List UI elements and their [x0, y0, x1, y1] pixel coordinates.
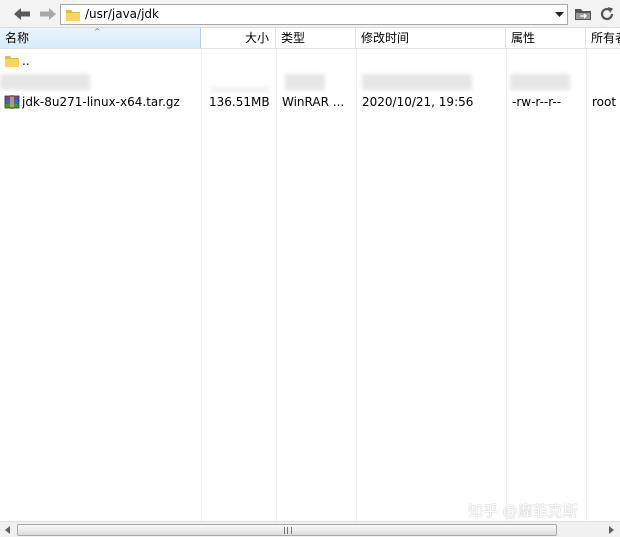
column-header-owner-label: 所有者: [591, 31, 620, 45]
winrar-archive-icon: [4, 95, 20, 109]
toolbar: /usr/java/jdk: [0, 0, 620, 28]
scrollbar-thumb[interactable]: [17, 524, 557, 536]
grip-icon: [284, 527, 292, 534]
file-name: jdk-8u271-linux-x64.tar.gz: [22, 95, 180, 109]
file-row-archive[interactable]: jdk-8u271-linux-x64.tar.gz 136.51MB WinR…: [0, 92, 620, 112]
redacted-block: [362, 74, 472, 90]
refresh-icon[interactable]: [598, 5, 616, 23]
folder-go-icon[interactable]: [574, 5, 592, 23]
sort-arrow-icon: ^: [94, 28, 101, 36]
path-input[interactable]: /usr/java/jdk: [60, 4, 568, 25]
column-header-name[interactable]: 名称 ^: [0, 28, 201, 48]
redacted-block: [0, 74, 90, 90]
column-header-attributes-label: 属性: [511, 31, 536, 45]
scroll-left-icon[interactable]: [3, 525, 13, 535]
file-list: .. jdk-8u271-linux-x64.tar.gz 136.51MB W…: [0, 49, 620, 521]
file-type: WinRAR ...: [282, 95, 345, 109]
column-header-size[interactable]: 大小: [201, 28, 276, 48]
column-header-attributes[interactable]: 属性: [506, 28, 586, 48]
file-size: 136.51MB: [209, 95, 270, 109]
arrow-left-icon: [14, 8, 30, 20]
redacted-block: [210, 88, 270, 91]
redacted-block: [510, 74, 570, 90]
file-row-parent[interactable]: ..: [0, 51, 620, 71]
file-modified: 2020/10/21, 19:56: [362, 95, 474, 109]
folder-icon: [5, 56, 19, 67]
column-header-modified-label: 修改时间: [361, 31, 410, 45]
column-header-type-label: 类型: [281, 31, 306, 45]
scroll-right-icon[interactable]: [606, 525, 616, 535]
back-button[interactable]: [12, 5, 32, 23]
column-header-owner[interactable]: 所有者: [586, 28, 620, 48]
column-header-type[interactable]: 类型: [276, 28, 356, 48]
folder-icon: [66, 10, 80, 21]
watermark: 知乎 @靡菲克斯: [468, 502, 578, 520]
column-header-modified[interactable]: 修改时间: [356, 28, 506, 48]
arrow-right-icon: [40, 8, 56, 20]
file-attributes: -rw-r--r--: [512, 95, 562, 109]
column-header-size-label: 大小: [244, 31, 269, 45]
chevron-down-icon[interactable]: [555, 10, 564, 19]
redacted-row: [0, 71, 620, 91]
column-header-name-label: 名称: [5, 31, 30, 45]
redacted-block: [285, 74, 325, 90]
file-name: ..: [22, 54, 30, 68]
forward-button[interactable]: [38, 5, 58, 23]
column-header: 名称 ^ 大小 类型 修改时间 属性 所有者: [0, 28, 620, 49]
horizontal-scrollbar[interactable]: [0, 521, 620, 537]
file-owner: root: [592, 95, 617, 109]
path-text: /usr/java/jdk: [85, 7, 159, 21]
